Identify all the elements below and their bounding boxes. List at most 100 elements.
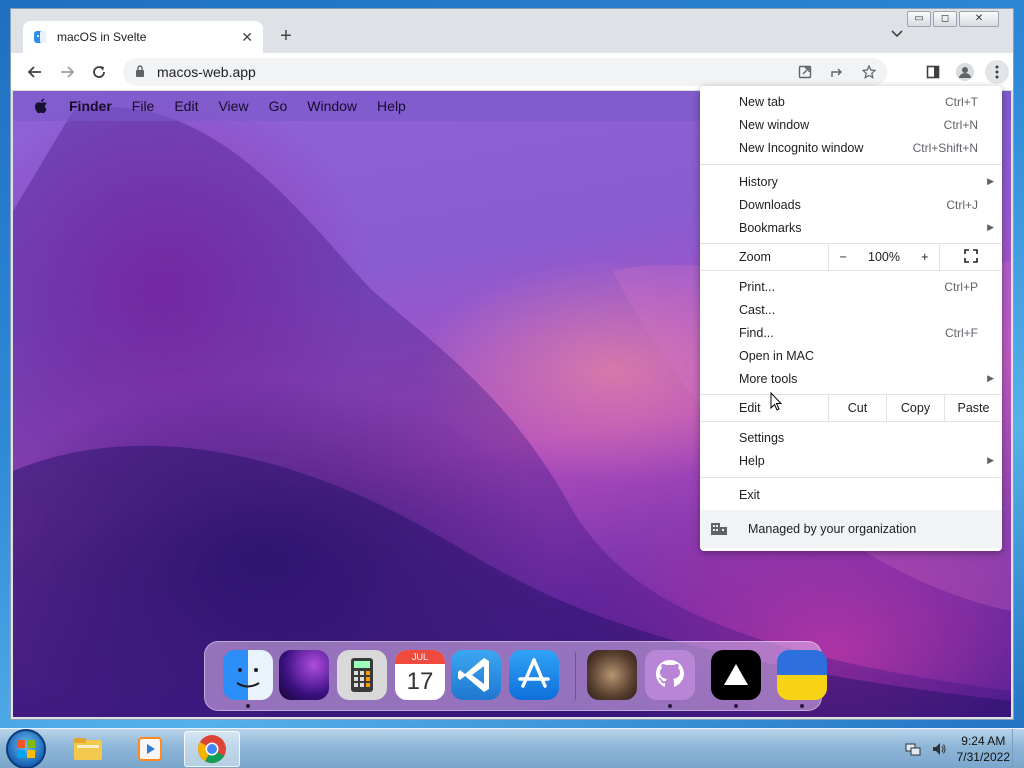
calendar-icon[interactable]: JUL 17 — [395, 650, 445, 700]
windows-taskbar: 9:24 AM 7/31/2022 — [0, 728, 1024, 768]
mac-menu-go[interactable]: Go — [269, 98, 288, 114]
chrome-icon — [198, 735, 226, 763]
address-bar[interactable]: macos-web.app — [123, 58, 887, 86]
cat-photo-icon[interactable] — [587, 650, 637, 700]
url-text: macos-web.app — [157, 64, 256, 80]
open-in-app-icon[interactable] — [793, 60, 817, 84]
media-player-icon — [138, 737, 162, 761]
apple-logo-icon[interactable] — [34, 98, 49, 114]
menu-shortcut: Ctrl+Shift+N — [912, 140, 978, 155]
edit-label: Edit — [739, 401, 761, 415]
mac-menu-edit[interactable]: Edit — [174, 98, 198, 114]
menu-new-incognito-window[interactable]: New Incognito window Ctrl+Shift+N — [700, 136, 1002, 159]
reload-icon[interactable] — [87, 60, 111, 84]
menu-new-tab[interactable]: New tab Ctrl+T — [700, 90, 1002, 113]
show-desktop-button[interactable] — [1012, 729, 1024, 768]
dock-running-dot — [800, 704, 804, 708]
share-icon[interactable] — [825, 60, 849, 84]
menu-label: More tools — [739, 371, 798, 386]
menu-print[interactable]: Print... Ctrl+P — [700, 275, 1002, 298]
menu-label: New window — [739, 117, 810, 132]
submenu-arrow-icon: ▶ — [987, 222, 994, 232]
menu-label: Bookmarks — [739, 220, 802, 235]
fullscreen-icon[interactable] — [940, 248, 1002, 266]
menu-label: Settings — [739, 430, 785, 445]
menu-shortcut: Ctrl+P — [944, 279, 978, 294]
menu-exit[interactable]: Exit — [700, 483, 1002, 506]
mac-menu-finder[interactable]: Finder — [69, 98, 112, 114]
submenu-arrow-icon: ▶ — [987, 455, 994, 465]
zoom-out-button[interactable]: − — [840, 250, 847, 264]
menu-downloads[interactable]: Downloads Ctrl+J — [700, 193, 1002, 216]
menu-label: Exit — [739, 487, 760, 502]
menu-help[interactable]: Help ▶ — [700, 449, 1002, 472]
calendar-month: JUL — [395, 650, 445, 664]
bookmark-star-icon[interactable] — [857, 60, 881, 84]
dock-running-dot — [246, 704, 250, 708]
profile-avatar-icon[interactable] — [953, 60, 977, 84]
folder-icon — [74, 738, 102, 760]
tab-close-icon[interactable]: ✕ — [241, 29, 253, 46]
menu-shortcut: Ctrl+F — [945, 325, 978, 340]
mac-menu-file[interactable]: File — [132, 98, 155, 114]
wallpapers-icon[interactable] — [279, 650, 329, 700]
menu-settings[interactable]: Settings — [700, 426, 1002, 449]
tab-title: macOS in Svelte — [57, 30, 147, 44]
system-tray: 9:24 AM 7/31/2022 — [905, 729, 1010, 768]
calculator-icon[interactable] — [337, 650, 387, 700]
forward-icon[interactable] — [55, 60, 79, 84]
menu-open-in-mac[interactable]: Open in MAC — [700, 344, 1002, 367]
menu-label: Find... — [739, 325, 774, 340]
cut-button[interactable]: Cut — [828, 395, 886, 421]
mac-menu-window[interactable]: Window — [307, 98, 357, 114]
managed-label: Managed by your organization — [748, 522, 917, 536]
mac-dock: JUL 17 — [204, 641, 827, 711]
taskbar-clock[interactable]: 9:24 AM 7/31/2022 — [957, 733, 1010, 765]
zoom-in-button[interactable]: + — [921, 250, 928, 264]
menu-zoom-row: Zoom − 100% + — [700, 244, 1002, 270]
paste-button[interactable]: Paste — [944, 395, 1002, 421]
dock-running-dot — [734, 704, 738, 708]
menu-bookmarks[interactable]: Bookmarks ▶ — [700, 216, 1002, 239]
start-orb-button[interactable] — [6, 729, 46, 768]
tab-search-icon[interactable] — [891, 27, 903, 41]
menu-history[interactable]: History ▶ — [700, 170, 1002, 193]
windows-logo-icon — [17, 740, 35, 758]
back-icon[interactable] — [23, 60, 47, 84]
finder-icon[interactable] — [223, 650, 273, 700]
vercel-icon[interactable] — [711, 650, 761, 700]
menu-edit-row: Edit Cut Copy Paste — [700, 395, 1002, 421]
menu-label: Print... — [739, 279, 776, 294]
vscode-icon[interactable] — [451, 650, 501, 700]
menu-divider — [700, 270, 1002, 271]
chrome-menu-kebab-icon[interactable] — [985, 60, 1009, 84]
menu-more-tools[interactable]: More tools ▶ — [700, 367, 1002, 390]
github-icon[interactable] — [645, 650, 695, 700]
taskbar-explorer[interactable] — [60, 731, 116, 767]
managed-by-organization[interactable]: Managed by your organization — [700, 510, 1002, 548]
tab-macos-in-svelte[interactable]: macOS in Svelte ✕ — [23, 21, 263, 53]
menu-new-window[interactable]: New window Ctrl+N — [700, 113, 1002, 136]
lock-icon — [135, 64, 145, 80]
network-icon[interactable] — [905, 741, 921, 757]
menu-shortcut: Ctrl+T — [945, 94, 978, 109]
volume-icon[interactable] — [931, 741, 947, 757]
taskbar-media-player[interactable] — [122, 731, 178, 767]
chrome-main-menu: New tab Ctrl+T New window Ctrl+N New Incog… — [700, 86, 1002, 551]
mac-menu-help[interactable]: Help — [377, 98, 406, 114]
taskbar-chrome[interactable] — [184, 731, 240, 767]
side-panel-icon[interactable] — [921, 60, 945, 84]
submenu-arrow-icon: ▶ — [987, 373, 994, 383]
menu-cast[interactable]: Cast... — [700, 298, 1002, 321]
app-store-icon[interactable] — [509, 650, 559, 700]
menu-label: New tab — [739, 94, 785, 109]
copy-button[interactable]: Copy — [886, 395, 944, 421]
mac-menu-view[interactable]: View — [218, 98, 248, 114]
new-tab-button[interactable]: + — [275, 25, 297, 47]
menu-divider — [700, 421, 1002, 422]
ukraine-flag-icon[interactable] — [777, 650, 827, 700]
menu-shortcut: Ctrl+J — [946, 197, 978, 212]
submenu-arrow-icon: ▶ — [987, 176, 994, 186]
menu-find[interactable]: Find... Ctrl+F — [700, 321, 1002, 344]
dock-running-dot — [668, 704, 672, 708]
